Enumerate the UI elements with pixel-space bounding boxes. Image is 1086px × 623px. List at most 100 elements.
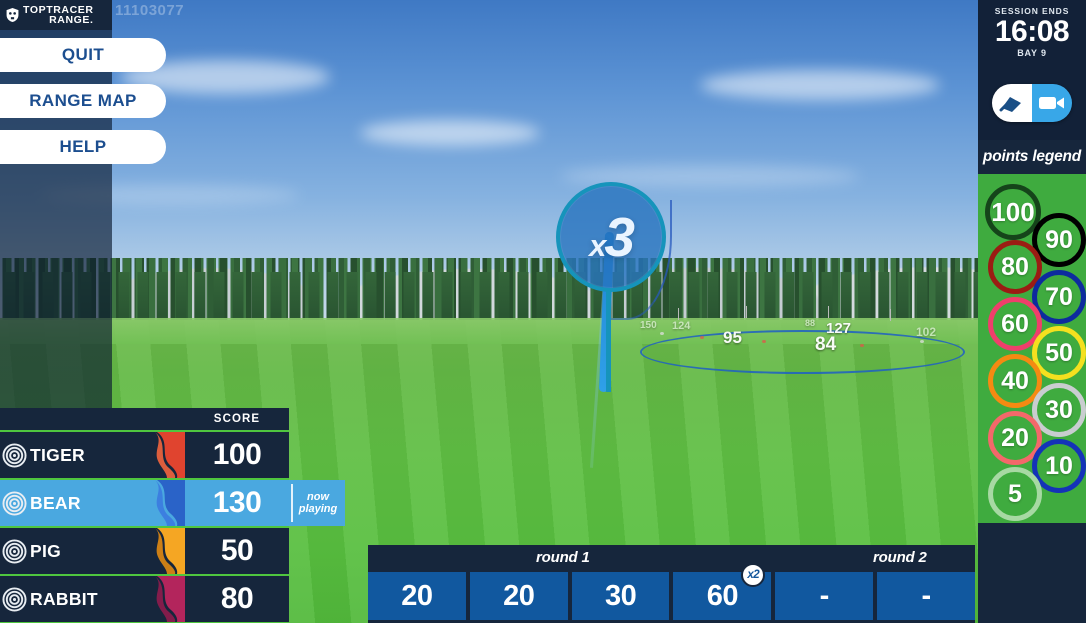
multiplier-bubble: x3: [556, 182, 666, 292]
player-score: 80: [185, 576, 289, 622]
legend-circle-value: 80: [1001, 253, 1029, 282]
round-score-value: 20: [503, 580, 534, 613]
player-ribbon: [155, 576, 185, 622]
round-label: round 2: [873, 549, 927, 566]
row-divider: [0, 574, 289, 576]
range-map-button[interactable]: RANGE MAP: [0, 84, 166, 118]
legend-circle-value: 100: [991, 197, 1034, 228]
now-playing-badge: nowplaying: [291, 484, 343, 522]
bay-id-watermark: 11103077: [115, 2, 184, 19]
row-divider: [0, 478, 289, 480]
range-distance-label: 127: [826, 320, 851, 337]
legend-circle-value: 40: [1001, 367, 1029, 396]
target-icon: [2, 587, 27, 612]
score-column-header: SCORE: [185, 408, 289, 430]
player-ribbon: [155, 480, 185, 526]
bay-label: BAY 9: [978, 48, 1086, 58]
legend-circle-value: 70: [1045, 283, 1073, 312]
player-name: BEAR: [30, 480, 81, 526]
session-time: 16:08: [978, 17, 1086, 47]
player-name: TIGER: [30, 432, 85, 478]
round-score-cell[interactable]: -: [775, 572, 873, 620]
quit-button-label: QUIT: [62, 45, 104, 65]
toptracer-range-screen: 95 84127 124 150 102 88 x3 11103077 TOPTRACER…: [0, 0, 1086, 623]
toptracer-shield-icon: [6, 8, 19, 22]
round-score-cell[interactable]: 20: [470, 572, 568, 620]
view-mode-toggle[interactable]: [992, 84, 1072, 122]
multiplier-stem: [606, 288, 611, 392]
scoreboard-header: SCORE: [0, 408, 289, 430]
legend-circle-value: 90: [1045, 226, 1073, 255]
legend-circle-value: 5: [1008, 480, 1022, 509]
range-flag: [890, 309, 891, 321]
range-distance-label: 124: [672, 320, 690, 332]
range-distance-label: 95: [723, 328, 742, 348]
round-score-value: 30: [605, 580, 636, 613]
round-score-value: 20: [401, 580, 432, 613]
player-name: PIG: [30, 528, 61, 574]
multiplier-value: x3: [589, 205, 633, 269]
help-button[interactable]: HELP: [0, 130, 166, 164]
round-score-cell[interactable]: 20: [368, 572, 466, 620]
legend-circle-value: 30: [1045, 396, 1073, 425]
range-distance-label: 150: [640, 320, 657, 331]
round-score-cell[interactable]: 30: [572, 572, 670, 620]
quit-button[interactable]: QUIT: [0, 38, 166, 72]
brand-logo: TOPTRACER RANGE.: [0, 0, 112, 30]
scoreboard-row[interactable]: TIGER 100: [0, 432, 289, 478]
legend-circle-value: 50: [1045, 339, 1073, 368]
tee-view-option[interactable]: [992, 84, 1032, 122]
help-button-label: HELP: [60, 137, 107, 157]
rounds-bar: round 1 round 2 20 20 30 60x2 - -: [368, 545, 975, 623]
player-ribbon: [155, 432, 185, 478]
row-divider: [0, 526, 289, 528]
session-header: SESSION ENDS 16:08 BAY 9: [978, 0, 1086, 140]
legend-circle-value: 60: [1001, 310, 1029, 339]
range-flag: [678, 308, 679, 320]
cloud: [700, 70, 940, 100]
round-score-value: -: [820, 580, 829, 613]
range-marker-dot: [860, 344, 864, 347]
target-icon: [2, 443, 27, 468]
shot-multiplier-badge: x2: [741, 563, 765, 587]
range-marker-dot: [660, 332, 664, 335]
range-marker-dot: [700, 336, 704, 339]
range-marker-dot: [920, 340, 924, 343]
points-legend-header: points legend: [978, 140, 1086, 174]
scoreboard: SCORE TIGER100BEAR130nowplayingPIG50RABB…: [0, 408, 289, 623]
player-ribbon: [155, 528, 185, 574]
legend-circle-value: 20: [1001, 424, 1029, 453]
right-panel-footer: [978, 523, 1086, 623]
brand-wordmark: TOPTRACER RANGE.: [23, 5, 94, 26]
video-camera-icon: [1038, 94, 1066, 112]
round-score-value: -: [921, 580, 930, 613]
legend-circle-value: 10: [1045, 452, 1073, 481]
legend-circle-5: 5: [988, 467, 1042, 521]
scoreboard-row[interactable]: PIG 50: [0, 528, 289, 574]
range-distance-label: 88: [805, 318, 815, 328]
round-score-cells: 20 20 30 60x2 - -: [368, 572, 975, 620]
right-panel: SESSION ENDS 16:08 BAY 9: [978, 0, 1086, 623]
now-playing-line1: now: [307, 491, 329, 503]
round-label: round 1: [536, 549, 590, 566]
round-score-value: 60: [707, 580, 738, 613]
cloud: [360, 120, 540, 146]
round-score-cell[interactable]: 60x2: [673, 572, 771, 620]
now-playing-line2: playing: [299, 503, 338, 515]
points-legend-title: points legend: [983, 148, 1081, 166]
scoreboard-row[interactable]: RABBIT80: [0, 576, 289, 622]
player-score: 130: [185, 480, 289, 526]
range-distance-label: 102: [916, 325, 936, 339]
scoreboard-row[interactable]: BEAR130nowplaying: [0, 480, 345, 526]
target-icon: [2, 491, 27, 516]
range-flag: [746, 306, 747, 318]
range-map-button-label: RANGE MAP: [29, 91, 137, 111]
tee-shot-icon: [999, 93, 1025, 113]
video-view-option[interactable]: [1032, 84, 1072, 122]
player-score: 100: [185, 432, 289, 478]
range-flag: [828, 306, 829, 318]
range-marker-dot: [762, 340, 766, 343]
player-score: 50: [185, 528, 289, 574]
range-distance-label: 84: [815, 334, 836, 356]
round-score-cell[interactable]: -: [877, 572, 975, 620]
